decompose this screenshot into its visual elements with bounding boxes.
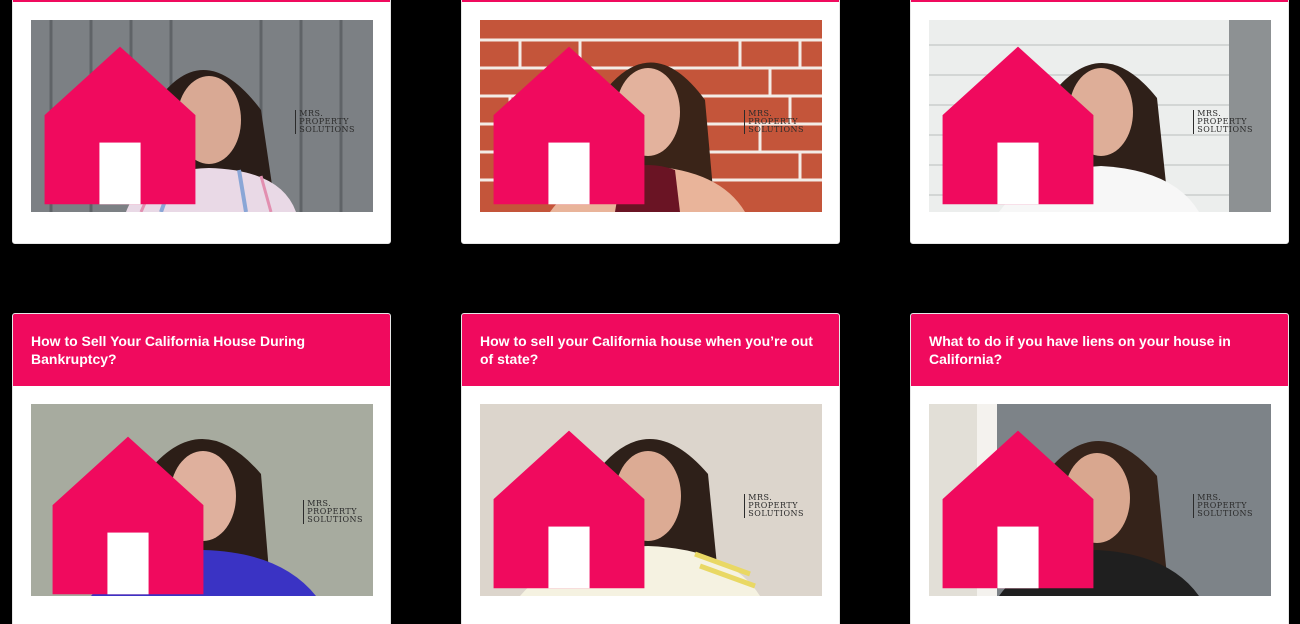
- video-card: How to Sell Your California House During…: [12, 313, 391, 624]
- card-header-strip: [13, 0, 390, 2]
- house-logo-icon: [493, 46, 645, 205]
- house-logo-icon: [493, 430, 645, 589]
- brand-logo: MRS. PROPERTY SOLUTIONS: [480, 26, 804, 212]
- house-logo-icon: [942, 46, 1094, 205]
- logo-text: MRS. PROPERTY SOLUTIONS: [303, 500, 363, 524]
- brand-logo: MRS. PROPERTY SOLUTIONS: [31, 26, 355, 212]
- card-header-strip: [911, 0, 1288, 2]
- brand-logo: MRS. PROPERTY SOLUTIONS: [31, 416, 363, 596]
- logo-line-3: SOLUTIONS: [307, 515, 363, 524]
- logo-text: MRS. PROPERTY SOLUTIONS: [744, 110, 804, 134]
- house-logo-icon: [44, 46, 196, 205]
- logo-line-3: SOLUTIONS: [748, 509, 804, 518]
- video-card: MRS. PROPERTY SOLUTIONS: [12, 0, 391, 244]
- card-header-strip: [462, 0, 839, 2]
- video-card: MRS. PROPERTY SOLUTIONS: [461, 0, 840, 244]
- house-logo-icon: [942, 430, 1094, 589]
- video-title[interactable]: How to Sell Your California House During…: [13, 314, 390, 386]
- logo-text: MRS. PROPERTY SOLUTIONS: [295, 110, 355, 134]
- video-thumbnail[interactable]: MRS. PROPERTY SOLUTIONS: [31, 404, 373, 596]
- brand-logo: MRS. PROPERTY SOLUTIONS: [929, 410, 1253, 596]
- logo-line-3: SOLUTIONS: [1197, 509, 1253, 518]
- video-title[interactable]: How to sell your California house when y…: [462, 314, 839, 386]
- video-card: How to sell your California house when y…: [461, 313, 840, 624]
- logo-text: MRS. PROPERTY SOLUTIONS: [1193, 110, 1253, 134]
- video-card: MRS. PROPERTY SOLUTIONS: [910, 0, 1289, 244]
- house-logo-icon: [52, 436, 204, 595]
- logo-text: MRS. PROPERTY SOLUTIONS: [1193, 494, 1253, 518]
- brand-logo: MRS. PROPERTY SOLUTIONS: [929, 26, 1253, 212]
- video-thumbnail[interactable]: MRS. PROPERTY SOLUTIONS: [480, 20, 822, 212]
- video-thumbnail[interactable]: MRS. PROPERTY SOLUTIONS: [929, 404, 1271, 596]
- video-card: What to do if you have liens on your hou…: [910, 313, 1289, 624]
- logo-line-3: SOLUTIONS: [1197, 125, 1253, 134]
- logo-line-3: SOLUTIONS: [299, 125, 355, 134]
- logo-text: MRS. PROPERTY SOLUTIONS: [744, 494, 804, 518]
- video-grid-page: MRS. PROPERTY SOLUTIONS MRS. PROPERTY SO…: [0, 0, 1300, 624]
- video-thumbnail[interactable]: MRS. PROPERTY SOLUTIONS: [480, 404, 822, 596]
- logo-line-3: SOLUTIONS: [748, 125, 804, 134]
- video-title[interactable]: What to do if you have liens on your hou…: [911, 314, 1288, 386]
- video-thumbnail[interactable]: MRS. PROPERTY SOLUTIONS: [929, 20, 1271, 212]
- video-thumbnail[interactable]: MRS. PROPERTY SOLUTIONS: [31, 20, 373, 212]
- brand-logo: MRS. PROPERTY SOLUTIONS: [480, 410, 804, 596]
